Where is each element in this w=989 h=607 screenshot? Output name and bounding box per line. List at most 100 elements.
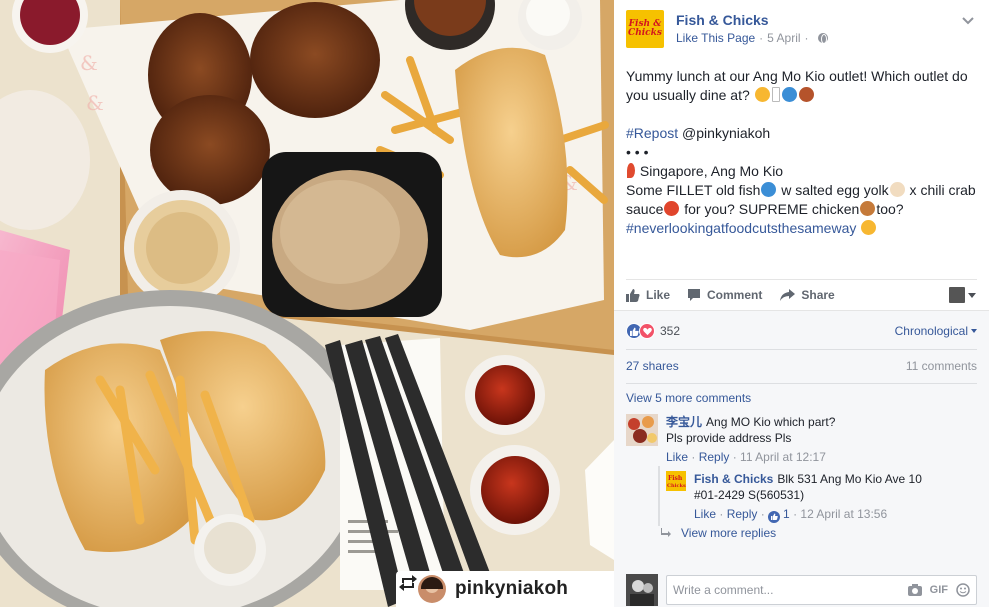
post-meta: Like This Page · 5 April · [676,31,828,45]
write-comment-row: Write a comment... GIF [626,574,977,606]
crab-emoji-icon [664,201,680,216]
gif-icon[interactable]: GIF [930,584,948,596]
post-location: Singapore, Ang Mo Kio [639,163,784,179]
repost-user: @pinkyniakoh [682,125,771,141]
credit-avatar [418,575,446,603]
share-label: Share [801,288,835,302]
commenter-name[interactable]: 李宝儿 [666,415,702,429]
page-reply-avatar[interactable]: Fish Chicks [666,471,686,491]
reaction-count[interactable]: 352 [660,324,680,338]
comment-actions: Like · Reply · 11 April at 12:17 [666,450,826,464]
laughing-emoji-icon [861,220,877,235]
post-hashtag-line: #neverlookingatfoodcutsthesameway [626,219,976,238]
view-more-comments-link[interactable]: View 5 more comments [626,391,751,405]
comment-input[interactable]: Write a comment... GIF [666,575,977,605]
unknown-glyph-icon [771,87,780,102]
egg-emoji-icon [889,182,905,197]
logo-line-2: Chicks [628,28,662,38]
view-more-replies-link[interactable]: View more replies [661,526,776,540]
page-logo[interactable]: Fish & Chicks [626,10,664,48]
repost-hashtag[interactable]: #Repost [626,125,678,141]
post-photo[interactable]: & & & & [0,0,614,607]
page-name-link[interactable]: Fish & Chicks [676,11,828,29]
reply-thread-line [658,466,660,526]
svg-text:&: & [86,91,104,115]
comment: 李宝儿 Ang MO Kio which part? Pls provide ad… [626,414,835,465]
photo-viewer: & & & & [0,0,989,607]
reply-comment: Fish Chicks Fish & Chicks Blk 531 Ang Mo K… [666,471,922,523]
thumbs-up-icon [626,289,640,302]
post-body-2: w salted egg yolk [777,182,889,198]
post-body-1: Some FILLET old fish [626,182,761,198]
share-button[interactable]: Share [779,288,835,302]
comment-input-tools: GIF [907,583,970,597]
divider [626,279,977,280]
reply-text-2: #01-2429 S(560531) [694,488,805,502]
smile-emoji-icon [754,87,770,102]
pin-icon [627,163,635,178]
camera-icon[interactable] [907,584,922,596]
reply-reply-link[interactable]: Reply [727,507,758,521]
comment-text-2: Pls provide address Pls [666,431,792,445]
reply-arrow-icon [661,528,671,537]
love-reaction-icon[interactable] [639,323,655,339]
food-photo-illustration: & & & & [0,0,614,607]
comment-icon [688,289,701,301]
post-caption: Yummy lunch at our Ang Mo Kio outlet! Wh… [626,68,968,103]
shares-link[interactable]: 27 shares [626,359,679,373]
emoji-icon[interactable] [956,583,970,597]
commenter-avatar[interactable] [626,414,658,446]
reactions-row: 352 Chronological [626,321,977,341]
globe-icon [817,33,828,44]
meta-separator: · [759,31,764,45]
post-side-panel: Fish & Chicks Fish & Chicks Like This Pa… [614,0,989,607]
reply-author[interactable]: Fish & Chicks [694,472,773,486]
post-location-line: Singapore, Ang Mo Kio [626,162,976,181]
post-date[interactable]: 5 April [767,31,800,45]
svg-text:&: & [80,51,98,75]
header-text: Fish & Chicks Like This Page · 5 April · [676,10,828,52]
fish-emoji-icon [781,87,797,102]
post-body-5: too? [876,201,904,217]
divider-2 [626,349,977,350]
comment-button[interactable]: Comment [687,288,762,302]
svg-text:Fish: Fish [668,475,683,482]
post-dots: • • • [626,144,649,160]
meta-separator-2: · [804,31,809,45]
post-hashtag[interactable]: #neverlookingatfoodcutsthesameway [626,220,856,236]
instagram-repost-credit: pinkyniakoh [396,571,614,607]
view-more-replies-label: View more replies [681,526,777,540]
comment-body: 李宝儿 Ang MO Kio which part? Pls provide ad… [666,414,835,465]
feedback-section: 352 Chronological 27 shares 11 comments … [614,310,989,607]
caret-down-icon-2 [971,329,977,333]
post-body-4: for you? SUPREME chicken [680,201,860,217]
post-as-selector[interactable] [949,287,976,303]
like-page-link[interactable]: Like This Page [676,31,755,45]
repost-icon [399,575,417,591]
comment-timestamp[interactable]: 11 April at 12:17 [740,450,826,464]
post-repost-line: #Repost @pinkyniakoh [626,124,976,143]
shares-row: 27 shares 11 comments [626,356,977,376]
credit-username: pinkyniakoh [455,578,569,599]
post-line-1: Yummy lunch at our Ang Mo Kio outlet! Wh… [626,67,976,105]
post-body: Some FILLET old fish w salted egg yolk x… [626,181,976,219]
chevron-down-icon[interactable] [961,14,975,28]
divider-3 [626,383,977,384]
reply-timestamp[interactable]: 12 April at 13:56 [800,507,887,521]
comment-label: Comment [707,288,763,302]
post-header: Fish & Chicks Fish & Chicks Like This Pa… [626,10,979,52]
user-avatar [949,287,965,303]
reply-like-count[interactable]: 1 [783,507,790,521]
sort-label: Chronological [894,324,968,338]
drumstick-emoji-icon [860,201,876,216]
reply-like-link[interactable]: Like [694,507,716,521]
post-actions: Like Comment Share [626,282,976,308]
current-user-avatar [626,574,658,606]
post-text: Yummy lunch at our Ang Mo Kio outlet! Wh… [626,67,976,238]
like-button[interactable]: Like [626,288,670,302]
sort-dropdown[interactable]: Chronological [895,324,977,338]
chicken-emoji-icon [798,87,814,102]
caret-down-icon [968,292,976,298]
comment-like-link[interactable]: Like [666,450,688,464]
comment-reply-link[interactable]: Reply [699,450,730,464]
